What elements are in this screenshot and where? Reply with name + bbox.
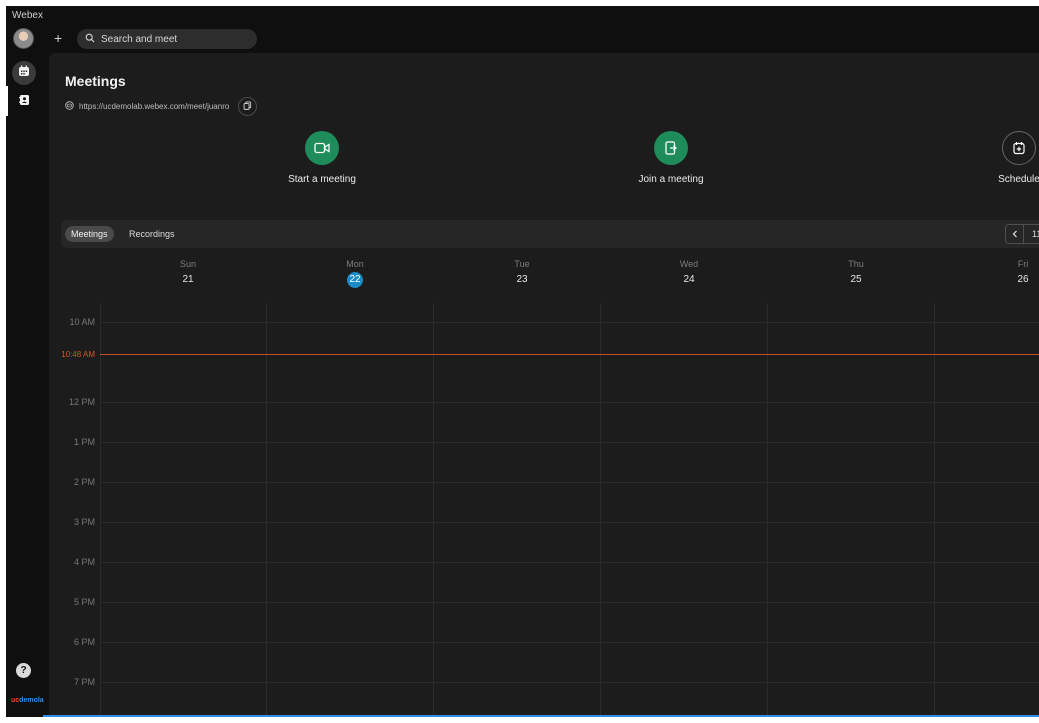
left-rail: ? ucdemola xyxy=(6,26,49,717)
search-icon xyxy=(85,33,95,46)
copy-url-button[interactable] xyxy=(238,97,258,116)
hour-label: 7 PM xyxy=(73,677,95,687)
join-meeting-button[interactable]: Join a meeting xyxy=(601,131,741,185)
help-icon[interactable]: ? xyxy=(16,663,31,678)
avatar[interactable] xyxy=(13,28,34,49)
join-meeting-label: Join a meeting xyxy=(638,174,704,185)
rail-item-meetings[interactable] xyxy=(12,61,36,85)
grid-row-line xyxy=(100,682,1039,683)
grid-column-line xyxy=(100,303,101,717)
day-name: Wed xyxy=(679,259,699,269)
schedule-icon xyxy=(1002,131,1036,165)
day-name: Tue xyxy=(514,259,530,269)
grid-row-line xyxy=(100,402,1039,403)
meetings-panel: Meetings https://ucdemolab.webex.com/mee… xyxy=(49,53,1039,717)
start-meeting-button[interactable]: Start a meeting xyxy=(252,131,392,185)
new-button[interactable]: + xyxy=(54,30,62,46)
hour-label: 12 PM xyxy=(68,397,95,407)
day-header: Thu 25 xyxy=(826,259,886,288)
search-input[interactable]: Search and meet xyxy=(77,29,257,49)
grid-row-line xyxy=(100,642,1039,643)
search-placeholder: Search and meet xyxy=(101,33,178,45)
brand-logo: ucdemola xyxy=(11,697,44,704)
hour-label: 10 AM xyxy=(69,317,95,327)
room-icon xyxy=(65,101,74,112)
hour-label: 6 PM xyxy=(73,637,95,647)
day-date-today: 22 xyxy=(347,272,363,288)
day-date: 23 xyxy=(516,274,528,285)
day-name: Fri xyxy=(1017,259,1029,269)
webex-window: Webex ? ucdemola + Search and meet Meeti… xyxy=(6,6,1039,717)
grid-row-line xyxy=(100,522,1039,523)
current-time-line xyxy=(100,354,1039,355)
tab-recordings[interactable]: Recordings xyxy=(123,226,181,242)
day-date: 26 xyxy=(1017,274,1029,285)
day-date: 24 xyxy=(683,274,695,285)
day-header: Tue 23 xyxy=(492,259,552,288)
day-name: Mon xyxy=(346,259,364,269)
previous-week-button[interactable] xyxy=(1006,225,1024,243)
grid-row-line xyxy=(100,562,1039,563)
calendar-icon xyxy=(18,64,30,82)
schedule-button[interactable]: Schedule xyxy=(949,131,1039,185)
grid-row-line xyxy=(100,602,1039,603)
hour-label: 3 PM xyxy=(73,517,95,527)
date-range-label[interactable]: 11 xyxy=(1024,229,1039,239)
grid-row-line xyxy=(100,442,1039,443)
tabs-bar: Meetings Recordings 11 xyxy=(61,220,1039,248)
current-time-label: 10:48 AM xyxy=(61,350,95,359)
meeting-url[interactable]: https://ucdemolab.webex.com/meet/juanro xyxy=(79,102,229,111)
hour-label: 1 PM xyxy=(73,437,95,447)
day-name: Sun xyxy=(179,259,196,269)
join-icon xyxy=(654,131,688,165)
week-calendar-grid[interactable]: 10 AM 12 PM 1 PM 2 PM 3 PM 4 PM 5 PM 6 P… xyxy=(49,303,1039,717)
schedule-label: Schedule xyxy=(998,174,1039,185)
hour-label: 2 PM xyxy=(73,477,95,487)
app-title: Webex xyxy=(12,10,43,21)
chevron-left-icon xyxy=(1011,225,1019,243)
page-title: Meetings xyxy=(65,73,126,89)
grid-column-line xyxy=(266,303,267,717)
grid-column-line xyxy=(767,303,768,717)
start-meeting-label: Start a meeting xyxy=(288,174,356,185)
date-navigator: 11 xyxy=(1005,224,1039,244)
day-date: 25 xyxy=(850,274,862,285)
day-header: Wed 24 xyxy=(659,259,719,288)
grid-column-line xyxy=(934,303,935,717)
grid-row-line xyxy=(100,322,1039,323)
day-header: Mon 22 xyxy=(325,259,385,288)
rail-selection-indicator xyxy=(6,86,8,116)
grid-column-line xyxy=(600,303,601,717)
hour-label: 5 PM xyxy=(73,597,95,607)
day-header: Sun 21 xyxy=(158,259,218,288)
rail-item-contacts[interactable] xyxy=(12,90,36,114)
video-icon xyxy=(305,131,339,165)
contacts-icon xyxy=(18,93,30,111)
day-header: Fri 26 xyxy=(993,259,1039,288)
window-bottom-accent xyxy=(43,715,1039,717)
tab-meetings[interactable]: Meetings xyxy=(65,226,114,242)
personal-room-url: https://ucdemolab.webex.com/meet/juanro xyxy=(65,97,258,116)
copy-icon xyxy=(243,101,252,112)
grid-column-line xyxy=(433,303,434,717)
day-date: 21 xyxy=(182,274,194,285)
day-name: Thu xyxy=(848,259,864,269)
hour-label: 4 PM xyxy=(73,557,95,567)
grid-row-line xyxy=(100,482,1039,483)
